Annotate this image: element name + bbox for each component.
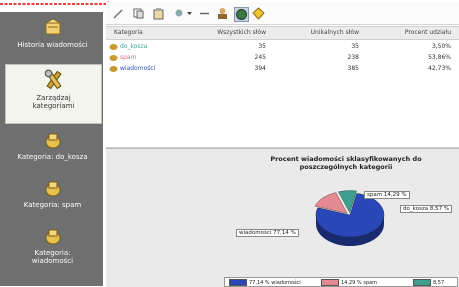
slice-label-wiadomosci: wiadomości 77,14 % xyxy=(236,229,299,237)
percent: 42,73% xyxy=(428,65,451,72)
total-words: 394 xyxy=(254,65,266,72)
category-icon xyxy=(45,133,60,149)
sidebar-item-category-spam[interactable]: Kategoria: spam xyxy=(5,178,100,214)
total-words: 35 xyxy=(258,43,266,50)
category-table: Kategoria Wszystkich słów Unikalnych słó… xyxy=(106,26,459,148)
column-header-unique-words[interactable]: Unikalnych słów xyxy=(311,29,359,36)
category-name: spam xyxy=(120,54,137,61)
column-header-category[interactable]: Kategoria xyxy=(114,29,143,36)
legend-swatch xyxy=(413,279,431,286)
sidebar-item-category-wiadomosci[interactable]: Kategoria: wiadomości xyxy=(5,226,100,276)
arrow-icon[interactable] xyxy=(112,7,125,20)
remove-icon[interactable] xyxy=(198,7,211,20)
unique-words: 238 xyxy=(347,54,359,61)
sidebar: Historia wiadomości Zarządzaj kategoriam… xyxy=(0,12,103,286)
paste-icon[interactable] xyxy=(152,7,165,20)
unique-words: 35 xyxy=(351,43,359,50)
sidebar-item-label: Kategoria: wiadomości xyxy=(31,249,74,265)
category-name: do_kosza xyxy=(120,43,148,50)
category-icon xyxy=(109,44,118,50)
sidebar-item-label: Kategoria: do_kosza xyxy=(17,153,88,161)
main-panel: Kategoria Wszystkich słów Unikalnych słó… xyxy=(106,0,459,287)
sidebar-item-label: Zarządzaj kategoriami xyxy=(32,94,75,110)
percent: 53,86% xyxy=(428,54,451,61)
legend-item: 77,14 % wiadomości xyxy=(229,279,301,286)
sidebar-item-category-do-kosza[interactable]: Kategoria: do_kosza xyxy=(5,130,100,166)
category-name: wiadomości xyxy=(120,65,156,72)
column-header-percent[interactable]: Procent udziału xyxy=(405,29,451,36)
category-icon xyxy=(109,55,118,61)
category-icon xyxy=(45,229,60,245)
tools-icon xyxy=(44,69,62,90)
unique-words: 385 xyxy=(347,65,359,72)
table-row[interactable]: spam 245 238 53,86% xyxy=(106,52,459,63)
percent: 3,50% xyxy=(431,43,451,50)
category-icon xyxy=(109,66,118,72)
legend-item: 8,57 xyxy=(413,279,444,286)
total-words: 245 xyxy=(254,54,266,61)
copy-icon[interactable] xyxy=(132,7,145,20)
person-icon[interactable] xyxy=(216,7,229,20)
category-icon xyxy=(45,181,60,197)
legend-swatch xyxy=(229,279,247,286)
sidebar-item-label: Historia wiadomości xyxy=(17,41,88,49)
globe-icon[interactable] xyxy=(234,7,249,22)
legend-swatch xyxy=(321,279,339,286)
sidebar-item-manage-categories[interactable]: Zarządzaj kategoriami xyxy=(5,64,102,124)
chart-title: Procent wiadomości sklasyfikowanych do p… xyxy=(270,155,422,171)
shield-icon[interactable] xyxy=(252,7,265,20)
sidebar-item-history[interactable]: Historia wiadomości xyxy=(5,18,100,58)
legend-item: 14,29 % spam xyxy=(321,279,377,286)
slice-label-spam: spam 14,29 % xyxy=(364,191,410,199)
table-row[interactable]: do_kosza 35 35 3,50% xyxy=(106,41,459,52)
sidebar-item-label: Kategoria: spam xyxy=(23,201,82,209)
chart-pane: Procent wiadomości sklasyfikowanych do p… xyxy=(106,148,459,287)
toolbar xyxy=(106,2,459,25)
dropdown-icon[interactable] xyxy=(174,7,194,20)
history-icon xyxy=(43,18,62,35)
table-row[interactable]: wiadomości 394 385 42,73% xyxy=(106,63,459,74)
column-header-total-words[interactable]: Wszystkich słów xyxy=(217,29,266,36)
table-header: Kategoria Wszystkich słów Unikalnych słó… xyxy=(106,27,459,40)
slice-label-do-kosza: do_kosza 8,57 % xyxy=(400,205,453,213)
